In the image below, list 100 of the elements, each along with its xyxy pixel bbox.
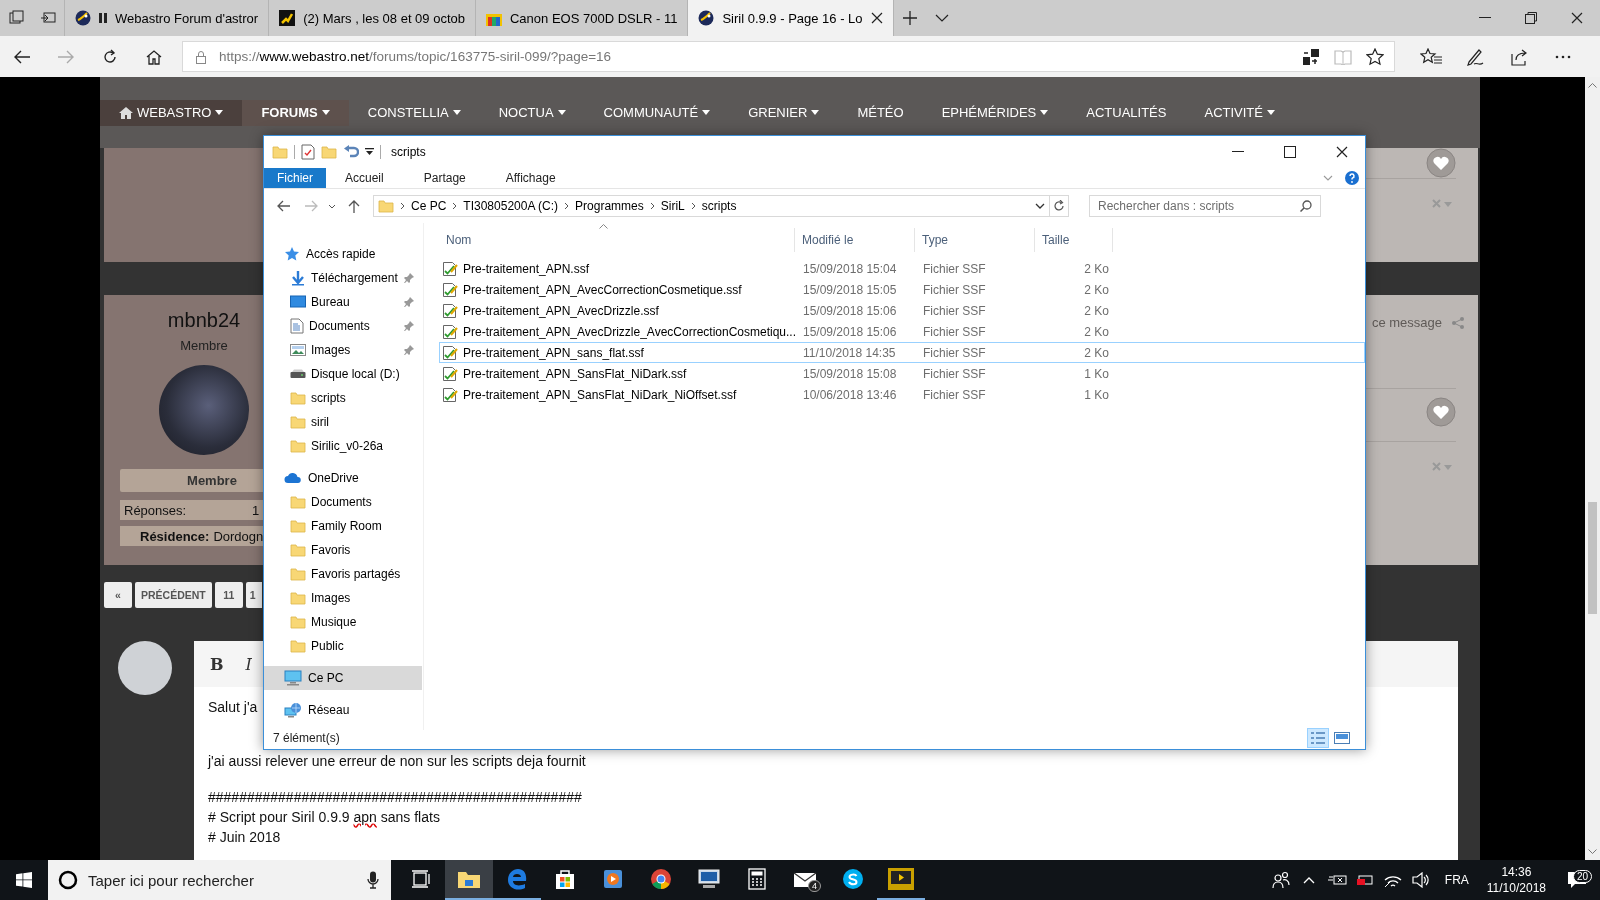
italic-button[interactable]: I: [243, 652, 254, 676]
minimize-icon[interactable]: [1479, 17, 1491, 19]
favorites-icon[interactable]: [1420, 47, 1442, 66]
chevron-icon[interactable]: [452, 202, 458, 210]
tree-item[interactable]: Images: [264, 586, 422, 610]
breadcrumb-item[interactable]: SiriL: [660, 199, 685, 213]
minimize-icon[interactable]: [1232, 151, 1244, 153]
home-icon[interactable]: [146, 48, 162, 65]
ribbon-tab[interactable]: Accueil: [332, 168, 397, 188]
pagination-button[interactable]: PRÉCÉDENT: [135, 582, 212, 608]
taskbar-app-button[interactable]: 4: [781, 860, 829, 900]
restore-icon[interactable]: [1525, 12, 1537, 24]
file-row[interactable]: Pre-traitement_APN_SansFlat_NiDark_NiOffset.ssf 10/06/2018 13:46 Fichier SSF 1 Ko: [439, 384, 1365, 405]
file-row[interactable]: Pre-traitement_APN_AvecDrizzle_AvecCorrectionCosmetiqu... 15/09/2018 15:06 Fichier SSF 2 Ko: [439, 321, 1365, 342]
tree-item[interactable]: Ce PC: [264, 666, 422, 690]
nav-menu-item[interactable]: WEBASTRO: [100, 99, 243, 126]
nav-menu-item[interactable]: ACTUALITÉS: [1067, 99, 1186, 126]
file-row[interactable]: Pre-traitement_APN_SansFlat_NiDark.ssf 15/09/2018 15:08 Fichier SSF 1 Ko: [439, 363, 1365, 384]
scroll-up-icon[interactable]: [1588, 83, 1597, 88]
microphone-icon[interactable]: [367, 871, 379, 889]
browser-tab[interactable]: Siril 0.9.9 - Page 16 - Lo: [687, 0, 893, 36]
tree-item[interactable]: Bureau: [264, 290, 422, 314]
ribbon-tab[interactable]: Fichier: [264, 168, 326, 188]
nav-menu-item[interactable]: COMMUNAUTÉ: [584, 99, 730, 126]
username[interactable]: mbnb24: [167, 309, 241, 332]
pagination-button[interactable]: 1: [245, 582, 262, 608]
maximize-icon[interactable]: [1284, 146, 1296, 158]
clock-date[interactable]: 11/10/2018: [1486, 880, 1546, 896]
refresh-icon[interactable]: [1053, 200, 1065, 212]
star-icon[interactable]: [1366, 47, 1384, 66]
tabs-icon[interactable]: [8, 10, 24, 26]
tree-item[interactable]: siril: [264, 410, 422, 434]
language-indicator[interactable]: FRA: [1434, 873, 1479, 887]
file-row[interactable]: Pre-traitement_APN.ssf 15/09/2018 15:04 Fichier SSF 2 Ko: [439, 258, 1365, 279]
column-header[interactable]: Type: [915, 228, 1035, 252]
bold-button[interactable]: B: [208, 652, 226, 676]
refresh-icon[interactable]: [102, 48, 118, 65]
breadcrumb-item[interactable]: Programmes: [575, 199, 644, 213]
breadcrumb-item[interactable]: scripts: [701, 199, 737, 213]
tree-item[interactable]: Documents: [264, 490, 422, 514]
battery-icon[interactable]: [1355, 873, 1374, 887]
help-icon[interactable]: [1345, 171, 1359, 185]
search-icon[interactable]: [1300, 200, 1312, 212]
back-icon[interactable]: [13, 48, 31, 65]
back-icon[interactable]: [276, 200, 291, 212]
up-icon[interactable]: [347, 199, 360, 213]
translate-icon[interactable]: [1302, 47, 1320, 66]
heart-button-icon[interactable]: [1426, 148, 1456, 178]
tree-item[interactable]: Sirilic_v0-26a: [264, 434, 422, 458]
tree-item[interactable]: Disque local (D:): [264, 362, 422, 386]
tab-preview-icon[interactable]: [40, 10, 56, 26]
tree-item[interactable]: Family Room: [264, 514, 422, 538]
nav-menu-item[interactable]: FORUMS: [242, 99, 349, 126]
share-icon[interactable]: [1510, 47, 1528, 66]
close-tab-icon[interactable]: [870, 12, 883, 24]
chevron-icon[interactable]: [564, 202, 570, 210]
chevron-down-icon[interactable]: [934, 14, 949, 22]
new-tab-icon[interactable]: [902, 11, 917, 25]
nav-menu-item[interactable]: GRENIER: [729, 99, 839, 126]
address-bar[interactable]: https://www.webastro.net/forums/topic/163775-siril-099/?page=16: [182, 41, 1395, 72]
nav-menu-item[interactable]: NOCTUA: [479, 99, 585, 126]
ribbon-tab[interactable]: Partage: [410, 168, 479, 188]
power-icon[interactable]: [1326, 873, 1347, 887]
properties-icon[interactable]: [301, 144, 315, 160]
tree-item[interactable]: scripts: [264, 386, 422, 410]
tree-item[interactable]: Téléchargement: [264, 266, 422, 290]
tree-item[interactable]: Accès rapide: [264, 242, 422, 266]
scrollbar-thumb[interactable]: [1588, 502, 1597, 614]
dropdown-icon[interactable]: [1035, 203, 1045, 209]
pagination-button[interactable]: «: [104, 582, 132, 608]
nav-menu-item[interactable]: EPHÉMÉRIDES: [922, 99, 1068, 126]
file-row[interactable]: Pre-traitement_APN_sans_flat.ssf 11/10/2018 14:35 Fichier SSF 2 Ko: [439, 342, 1365, 363]
expand-ribbon-icon[interactable]: [1323, 175, 1333, 181]
address-bar[interactable]: Ce PC TI30805200A (C:) Programmes SiriL scripts: [373, 195, 1069, 217]
volume-icon[interactable]: [1411, 872, 1430, 888]
chevron-icon[interactable]: [400, 202, 405, 210]
breadcrumb-item[interactable]: Ce PC: [411, 199, 447, 213]
share-link[interactable]: ce message: [1371, 315, 1442, 330]
people-icon[interactable]: [1271, 871, 1290, 889]
undo-icon[interactable]: [343, 145, 359, 159]
dropdown-icon[interactable]: [365, 148, 374, 156]
tree-item[interactable]: Musique: [264, 610, 422, 634]
scroll-down-icon[interactable]: [1588, 849, 1597, 854]
more-icon[interactable]: [1555, 54, 1571, 59]
close-icon[interactable]: [1336, 146, 1348, 158]
pagination-button[interactable]: 11: [214, 582, 243, 608]
taskbar-app-button[interactable]: [445, 860, 493, 900]
windows-logo-icon[interactable]: [16, 872, 32, 888]
tree-item[interactable]: Réseau: [264, 698, 422, 722]
nav-menu-item[interactable]: CONSTELLIA: [348, 99, 480, 126]
file-row[interactable]: Pre-traitement_APN_AvecDrizzle.ssf 15/09/2018 15:06 Fichier SSF 2 Ko: [439, 300, 1365, 321]
nav-menu-item[interactable]: ACTIVITÉ: [1185, 99, 1294, 126]
tree-item[interactable]: Favoris: [264, 538, 422, 562]
chevron-icon[interactable]: [690, 202, 696, 210]
column-header[interactable]: Nom: [439, 228, 795, 252]
nav-menu-item[interactable]: MÉTÉO: [838, 99, 923, 126]
ribbon-tab[interactable]: Affichage: [492, 168, 569, 188]
tree-item[interactable]: Documents: [264, 314, 422, 338]
search-box[interactable]: Rechercher dans : scripts: [1089, 195, 1321, 217]
file-row[interactable]: Pre-traitement_APN_AvecCorrectionCosmetique.ssf 15/09/2018 15:05 Fichier SSF 2 Ko: [439, 279, 1365, 300]
